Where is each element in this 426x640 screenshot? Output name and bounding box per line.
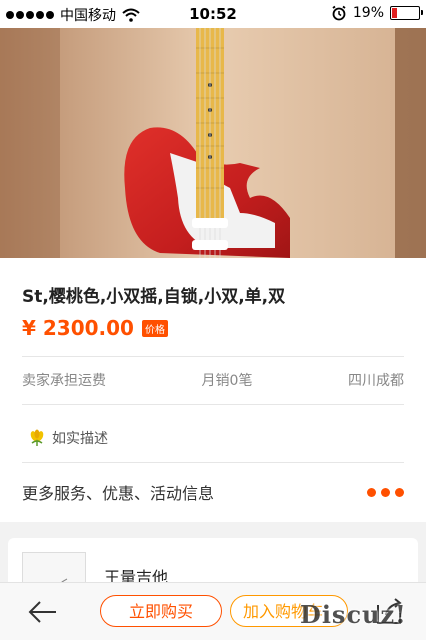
- battery-level: [392, 8, 397, 18]
- alarm-icon: [332, 5, 346, 21]
- screen: 中国移动 10:52 19% St,樱桃色,小双摇,自锁,小双,单,双 ¥ 23…: [0, 0, 426, 640]
- divider: [22, 462, 404, 463]
- shipping-label: 卖家承担运费: [22, 373, 106, 389]
- battery-icon: [390, 6, 423, 20]
- buy-now-button[interactable]: 立即购买: [100, 595, 222, 627]
- services-label: 更多服务、优惠、活动信息: [22, 484, 215, 503]
- divider: [22, 356, 404, 357]
- leaf-icon: [30, 429, 44, 446]
- status-right: 19%: [331, 5, 423, 21]
- meta-row: 卖家承担运费 月销0笔 四川成都: [22, 370, 404, 390]
- price-value: ¥ 2300.00: [22, 316, 134, 340]
- price-row: ¥ 2300.00 价格: [22, 316, 168, 340]
- services-row[interactable]: 更多服务、优惠、活动信息: [22, 480, 404, 504]
- more-icon[interactable]: [367, 487, 404, 497]
- price-badge: 价格: [141, 319, 168, 337]
- product-info: St,樱桃色,小双摇,自锁,小双,单,双 ¥ 2300.00 价格 卖家承担运费…: [0, 258, 426, 522]
- sales-label: 月销0笔: [201, 373, 253, 389]
- description-tag-label: 如实描述: [52, 431, 108, 447]
- product-title: St,樱桃色,小双摇,自锁,小双,单,双: [22, 287, 286, 307]
- status-bar: 中国移动 10:52 19%: [0, 0, 426, 28]
- battery-percent: 19%: [352, 5, 384, 21]
- watermark: Discuz!: [300, 600, 407, 629]
- description-tag[interactable]: 如实描述: [28, 428, 108, 448]
- product-image[interactable]: [0, 28, 426, 258]
- location-label: 四川成都: [347, 373, 404, 389]
- divider: [22, 404, 404, 405]
- guitar-photo: [0, 28, 426, 258]
- back-arrow-icon[interactable]: [26, 597, 60, 627]
